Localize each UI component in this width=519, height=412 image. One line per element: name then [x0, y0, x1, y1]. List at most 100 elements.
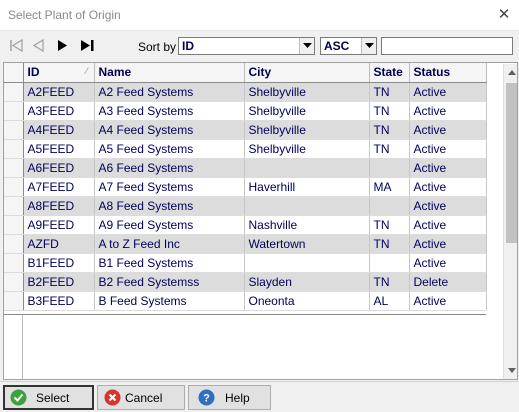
sort-order-value: ASC [324, 39, 350, 53]
select-button[interactable]: Select [3, 385, 94, 410]
table-row[interactable]: A7FEED A7 Feed Systems Haverhill MA Active [4, 177, 487, 197]
cell-status: Active [409, 139, 487, 159]
row-indicator[interactable] [4, 101, 24, 121]
column-header-name[interactable]: Name [94, 63, 245, 83]
window-title: Select Plant of Origin [8, 8, 121, 22]
cell-name: A3 Feed Systems [94, 101, 245, 121]
row-indicator[interactable] [4, 177, 24, 197]
cell-id: B3FEED [23, 291, 95, 311]
cell-name: A9 Feed Systems [94, 215, 245, 235]
svg-text:?: ? [203, 393, 210, 405]
cell-name: A6 Feed Systems [94, 158, 245, 178]
close-button[interactable]: ✕ [492, 5, 516, 25]
row-indicator[interactable] [4, 215, 24, 235]
next-record-icon[interactable] [52, 34, 74, 56]
cell-name: B Feed Systems [94, 291, 245, 311]
button-bar: Select Cancel ? Help [0, 381, 519, 412]
cell-status: Active [409, 196, 487, 216]
cell-id: A5FEED [23, 139, 95, 159]
row-indicator[interactable] [4, 82, 24, 102]
cell-state [369, 196, 410, 216]
help-icon: ? [198, 389, 215, 406]
sort-indicator-icon: ⁄ [85, 66, 88, 76]
row-indicator[interactable] [4, 234, 24, 254]
row-indicator[interactable] [4, 158, 24, 178]
cell-status: Active [409, 253, 487, 273]
row-indicator[interactable] [4, 253, 24, 273]
cell-status: Active [409, 101, 487, 121]
cell-city: Shelbyville [244, 82, 370, 102]
cell-state: TN [369, 120, 410, 140]
search-input[interactable] [381, 37, 513, 55]
chevron-down-icon[interactable] [299, 38, 314, 54]
row-indicator[interactable] [4, 120, 24, 140]
cell-name: B2 Feed Systemss [94, 272, 245, 292]
table-row[interactable]: A5FEED A5 Feed Systems Shelbyville TN Active [4, 139, 487, 159]
column-header-state[interactable]: State [369, 63, 410, 83]
cell-id: A9FEED [23, 215, 95, 235]
title-bar: Select Plant of Origin ✕ [0, 0, 519, 31]
vertical-scrollbar[interactable] [503, 64, 517, 379]
sort-order-select[interactable]: ASC [320, 37, 377, 55]
first-record-icon[interactable] [5, 34, 27, 56]
row-indicator[interactable] [4, 272, 24, 292]
cell-name: A5 Feed Systems [94, 139, 245, 159]
row-indicator[interactable] [4, 139, 24, 159]
cell-city: Haverhill [244, 177, 370, 197]
sort-by-label: Sort by [138, 40, 177, 54]
cell-city: Watertown [244, 234, 370, 254]
cell-state: TN [369, 139, 410, 159]
cell-status: Active [409, 82, 487, 102]
cell-state: TN [369, 101, 410, 121]
cancel-button[interactable]: Cancel [97, 385, 185, 410]
table-row[interactable]: A6FEED A6 Feed Systems Active [4, 158, 487, 178]
table-row[interactable]: A4FEED A4 Feed Systems Shelbyville TN Active [4, 120, 487, 140]
previous-record-icon[interactable] [28, 34, 50, 56]
cell-status: Active [409, 215, 487, 235]
cell-state: AL [369, 291, 410, 311]
help-button[interactable]: ? Help [188, 385, 271, 410]
cell-id: B2FEED [23, 272, 95, 292]
scroll-up-icon[interactable] [504, 64, 517, 81]
cell-city [244, 196, 370, 216]
cell-id: A6FEED [23, 158, 95, 178]
chevron-down-icon[interactable] [361, 38, 376, 54]
cell-status: Active [409, 234, 487, 254]
table-row[interactable]: A9FEED A9 Feed Systems Nashville TN Active [4, 215, 487, 235]
row-indicator[interactable] [4, 196, 24, 216]
cell-status: Active [409, 291, 487, 311]
select-button-label: Select [36, 391, 70, 405]
cell-status: Active [409, 120, 487, 140]
cell-status: Active [409, 177, 487, 197]
cell-city: Shelbyville [244, 139, 370, 159]
column-header-id[interactable]: ID ⁄ [23, 63, 95, 83]
help-button-label: Help [225, 391, 250, 405]
cell-city [244, 158, 370, 178]
last-record-icon[interactable] [76, 34, 98, 56]
cell-state [369, 253, 410, 273]
scroll-down-icon[interactable] [504, 362, 517, 379]
row-indicator-column [4, 315, 23, 379]
checkmark-icon [10, 389, 27, 406]
table-row[interactable]: A8FEED A8 Feed Systems Active [4, 196, 487, 216]
table-row[interactable]: A3FEED A3 Feed Systems Shelbyville TN Active [4, 101, 487, 121]
cell-city [244, 253, 370, 273]
scrollbar-thumb[interactable] [506, 83, 517, 243]
table-row[interactable]: B3FEED B Feed Systems Oneonta AL Active [4, 291, 487, 311]
sort-field-select[interactable]: ID [178, 37, 315, 55]
column-header-status[interactable]: Status [409, 63, 487, 83]
column-header-city[interactable]: City [244, 63, 370, 83]
table-row[interactable]: A2FEED A2 Feed Systems Shelbyville TN Active [4, 82, 487, 102]
cancel-icon [104, 389, 121, 406]
column-header-label: ID [27, 65, 40, 80]
table-row[interactable]: B1FEED B1 Feed Systems Active [4, 253, 487, 273]
cell-id: B1FEED [23, 253, 95, 273]
header-row: ID ⁄ Name City State Status [4, 63, 487, 83]
cell-city: Slayden [244, 272, 370, 292]
cell-id: AZFD [23, 234, 95, 254]
table-row[interactable]: AZFD A to Z Feed Inc Watertown TN Active [4, 234, 487, 254]
grid-end-line [4, 314, 486, 315]
row-indicator[interactable] [4, 291, 24, 311]
cell-id: A2FEED [23, 82, 95, 102]
table-row[interactable]: B2FEED B2 Feed Systemss Slayden TN Delete [4, 272, 487, 292]
